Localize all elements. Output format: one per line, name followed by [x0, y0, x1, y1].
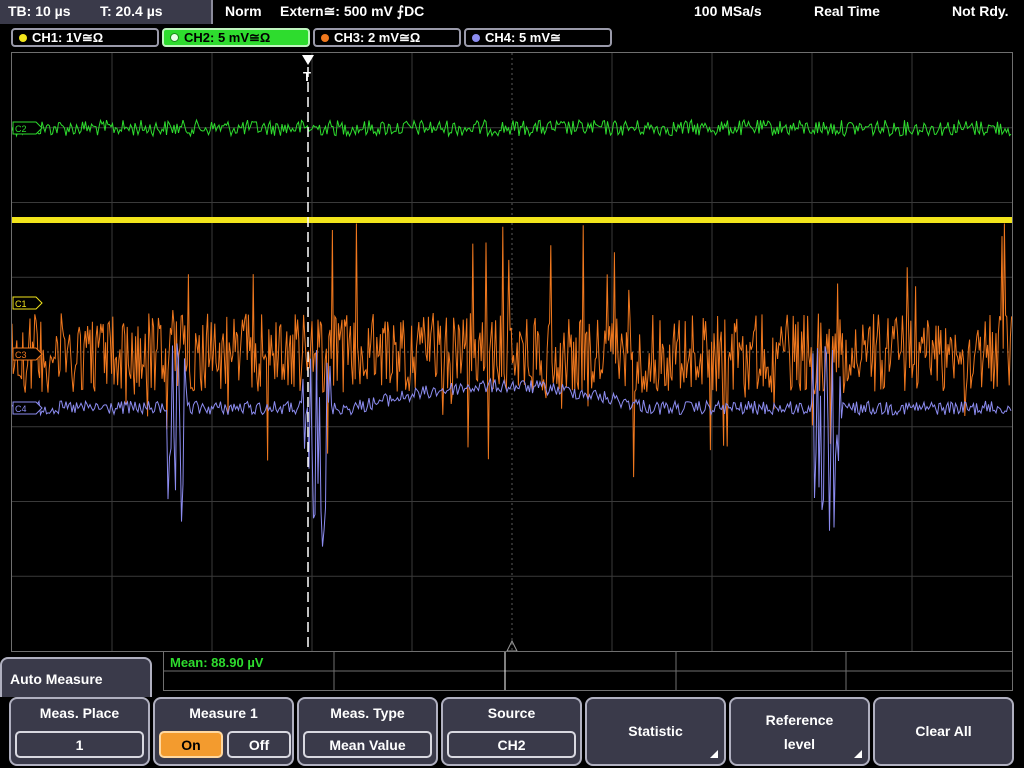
meas-type-value[interactable]: Mean Value: [303, 731, 432, 758]
timebase-box[interactable]: TB: 10 µs T: 20.4 µs: [0, 0, 213, 24]
submenu-corner-icon: [710, 750, 718, 758]
ch2-color-dot: [170, 33, 179, 42]
clear-all-key[interactable]: Clear All: [873, 697, 1014, 766]
trigger-marker-label: T: [303, 69, 311, 84]
ch4-level-marker: C4: [12, 401, 43, 415]
meas-place-label: Meas. Place: [39, 705, 120, 721]
measurement-readout: Mean: 88.90 µV: [170, 655, 264, 670]
measure-off-option[interactable]: Off: [227, 731, 291, 758]
ch1-level-marker: C1: [12, 296, 43, 310]
trigger-time-readout: T: 20.4 µs: [100, 3, 163, 19]
clear-all-label: Clear All: [915, 723, 972, 739]
channel-tab-ch2[interactable]: CH2: 5 mV≅Ω: [162, 28, 310, 47]
ch1-color-dot: [19, 33, 27, 42]
reference-level-key[interactable]: Reference level: [729, 697, 870, 766]
svg-text:C2: C2: [15, 124, 27, 134]
channel-tab-ch4[interactable]: CH4: 5 mV≅: [464, 28, 612, 47]
reference-level-label-2: level: [783, 736, 816, 752]
measurement-grid: [164, 652, 1012, 690]
menu-title-tab: Auto Measure: [0, 657, 152, 697]
svg-text:C1: C1: [15, 299, 27, 309]
source-label: Source: [487, 705, 536, 721]
measure-toggle-key[interactable]: Measure 1 On Off: [153, 697, 294, 766]
waveform-svg: T C2 C1 C3 C4: [12, 53, 1012, 651]
acquisition-state: Not Rdy.: [952, 3, 1009, 19]
measurement-bar: Mean: 88.90 µV: [163, 651, 1013, 691]
ch3-level-marker: C3: [12, 347, 43, 361]
status-bar: TB: 10 µs T: 20.4 µs Norm Extern≅: 500 m…: [0, 0, 1024, 24]
svg-text:C4: C4: [15, 404, 27, 414]
timebase-readout: TB: 10 µs: [8, 3, 71, 19]
trigger-mode: Norm: [225, 3, 262, 19]
meas-place-value[interactable]: 1: [15, 731, 144, 758]
meas-place-key[interactable]: Meas. Place 1: [9, 697, 150, 766]
reference-level-label-1: Reference: [765, 712, 834, 728]
ch2-label: CH2: 5 mV≅Ω: [184, 29, 271, 45]
source-value[interactable]: CH2: [447, 731, 576, 758]
svg-text:C3: C3: [15, 350, 27, 360]
sample-rate: 100 MSa/s: [694, 3, 762, 19]
meas-type-label: Meas. Type: [330, 705, 405, 721]
submenu-corner-icon: [854, 750, 862, 758]
waveform-display[interactable]: T C2 C1 C3 C4: [11, 52, 1013, 652]
channel-tab-ch3[interactable]: CH3: 2 mV≅Ω: [313, 28, 461, 47]
measure-label: Measure 1: [189, 705, 258, 721]
ch4-color-dot: [472, 33, 480, 42]
meas-type-key[interactable]: Meas. Type Mean Value: [297, 697, 438, 766]
ch1-label: CH1: 1V≅Ω: [32, 29, 104, 45]
statistic-key[interactable]: Statistic: [585, 697, 726, 766]
ch3-color-dot: [321, 33, 329, 42]
measure-on-option[interactable]: On: [159, 731, 223, 758]
ch2-level-marker: C2: [12, 121, 43, 135]
acquisition-mode: Real Time: [814, 3, 880, 19]
ch1-waveform: [12, 217, 1012, 223]
channel-tab-ch1[interactable]: CH1: 1V≅Ω: [11, 28, 159, 47]
ch3-label: CH3: 2 mV≅Ω: [334, 29, 421, 45]
source-key[interactable]: Source CH2: [441, 697, 582, 766]
statistic-label: Statistic: [628, 723, 683, 739]
ch4-label: CH4: 5 mV≅: [485, 29, 561, 45]
menu-title: Auto Measure: [10, 671, 103, 687]
trigger-source: Extern≅: 500 mV ⨍DC: [280, 3, 425, 19]
